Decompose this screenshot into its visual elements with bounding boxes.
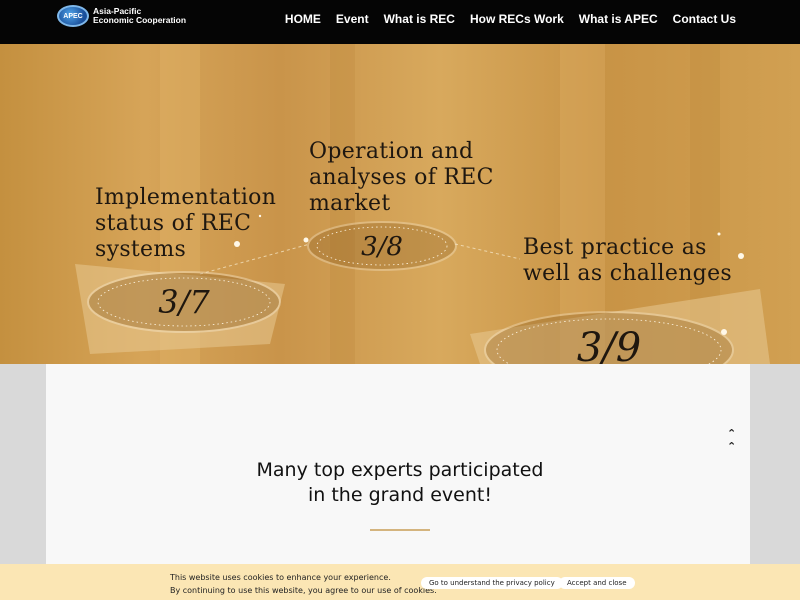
headline-divider — [370, 529, 430, 531]
date-dial-1[interactable]: 3/7 — [84, 269, 284, 335]
double-chevron-up-icon[interactable]: ⌃ ⌃ — [727, 427, 736, 453]
cookie-message: This website uses cookies to enhance you… — [170, 573, 437, 595]
accept-close-button[interactable]: Accept and close — [559, 577, 635, 589]
top-navigation-bar: APEC Asia-Pacific Economic Cooperation H… — [0, 0, 800, 44]
hero-banner: Implementation status of REC systems 3/7… — [0, 44, 800, 364]
date-dial-3[interactable]: 3/9 — [482, 306, 736, 364]
cookie-consent-bar: This website uses cookies to enhance you… — [0, 564, 800, 600]
logo-line-2: Economic Cooperation — [93, 15, 187, 25]
nav-contact-us[interactable]: Contact Us — [673, 12, 736, 26]
section-headline: Many top experts participated in the gra… — [256, 459, 544, 506]
nav-home[interactable]: HOME — [285, 12, 321, 26]
nav-what-is-apec[interactable]: What is APEC — [579, 12, 658, 26]
hero-title-2: Operation and analyses of REC market — [309, 139, 494, 216]
nav-what-is-rec[interactable]: What is REC — [384, 12, 455, 26]
globe-icon: APEC — [57, 5, 89, 27]
hero-title-3: Best practice as well as challenges — [523, 235, 732, 286]
date-label-1: 3/7 — [158, 283, 210, 321]
main-nav: HOME Event What is REC How RECs Work Wha… — [270, 12, 736, 26]
date-dial-2[interactable]: 3/8 — [305, 219, 459, 273]
privacy-policy-button[interactable]: Go to understand the privacy policy — [421, 577, 563, 589]
nav-how-recs-work[interactable]: How RECs Work — [470, 12, 564, 26]
nav-event[interactable]: Event — [336, 12, 369, 26]
apec-logo[interactable]: APEC Asia-Pacific Economic Cooperation — [57, 5, 186, 27]
date-label-2: 3/8 — [361, 232, 403, 262]
date-label-3: 3/9 — [577, 325, 641, 364]
hero-title-1: Implementation status of REC systems — [95, 185, 277, 262]
